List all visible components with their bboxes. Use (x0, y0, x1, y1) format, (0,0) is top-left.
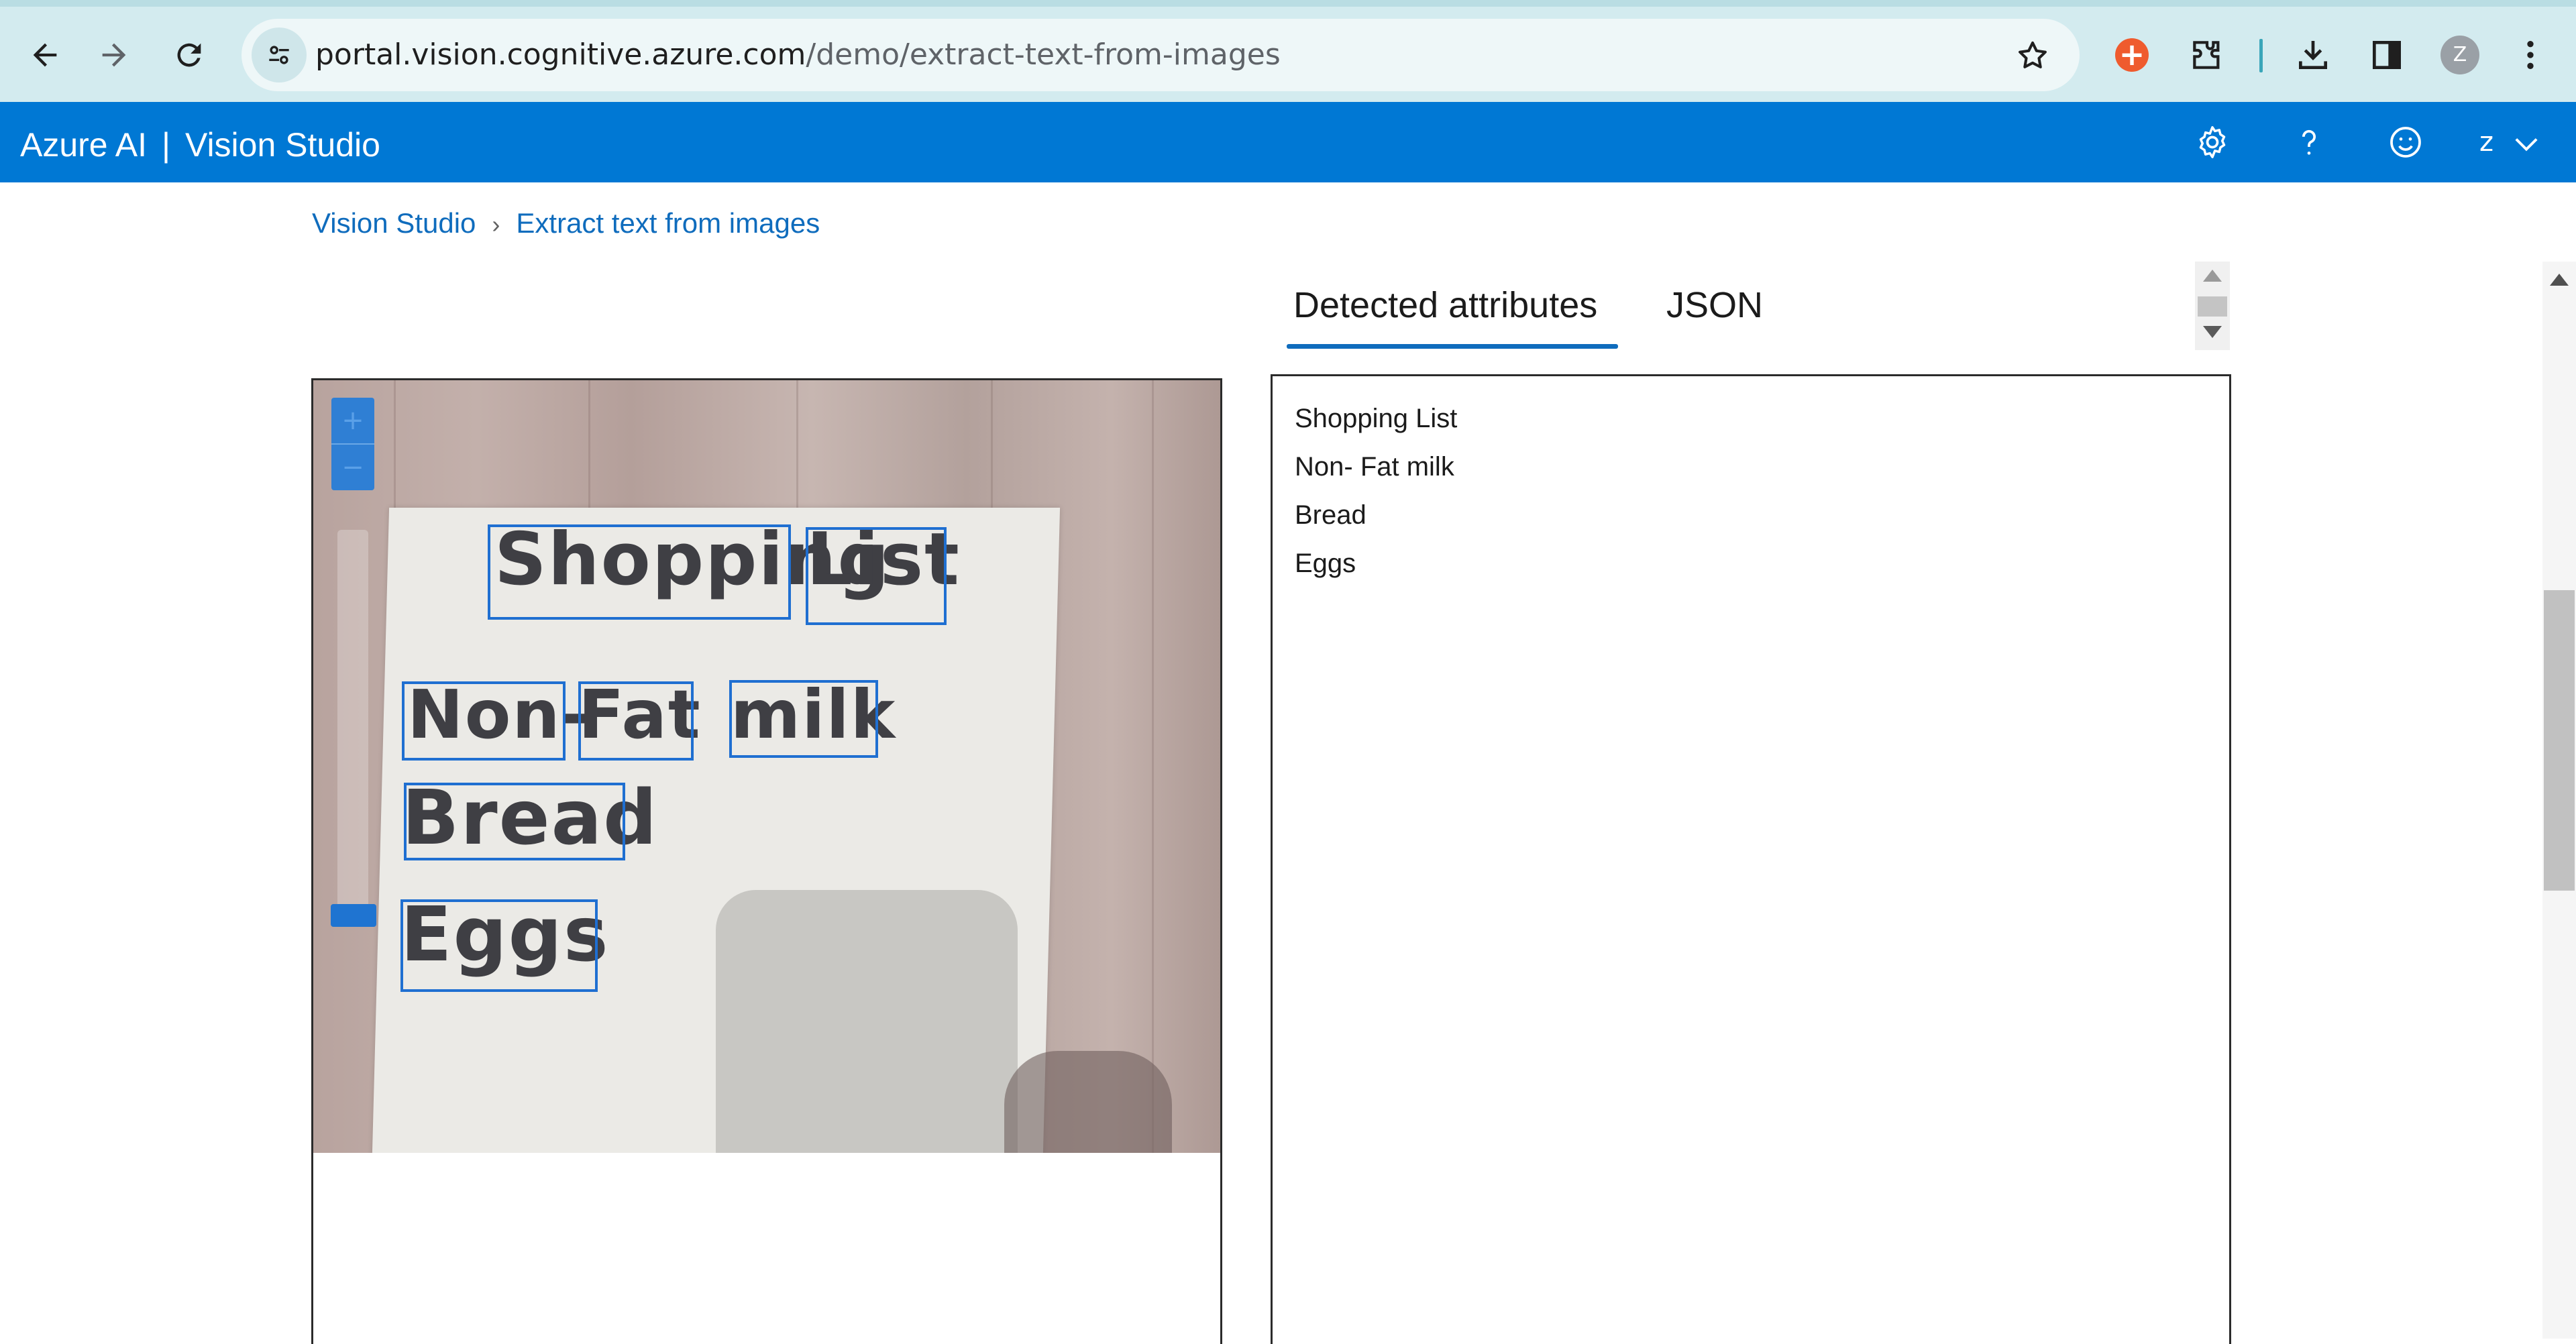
detected-line: Non- Fat milk (1295, 452, 1454, 482)
zoom-slider-thumb[interactable] (331, 904, 376, 927)
back-icon[interactable] (15, 25, 75, 85)
breadcrumb-vision-studio[interactable]: Vision Studio (312, 207, 476, 239)
user-initial[interactable]: z (2479, 126, 2493, 158)
tab-json[interactable]: JSON (1666, 282, 1763, 329)
text-bounding-box (806, 527, 947, 625)
active-tab-indicator (1287, 344, 1618, 349)
tab-detected-attributes[interactable]: Detected attributes (1293, 282, 1597, 329)
brand-separator: | (162, 126, 170, 164)
chevron-down-icon[interactable] (2509, 126, 2544, 161)
page-scrollbar-thumb[interactable] (2544, 590, 2575, 891)
extension-red-icon[interactable]: + (2104, 27, 2160, 83)
zoom-control: + − (331, 398, 374, 490)
bookmark-star-icon[interactable] (2006, 29, 2059, 82)
text-bounding-box (578, 681, 694, 761)
url-path: /demo/extract-text-from-images (806, 38, 1281, 72)
zoom-in-button[interactable]: + (331, 398, 374, 443)
toolbar-separator (2259, 39, 2263, 72)
forward-icon[interactable] (84, 25, 144, 85)
feedback-smiley-icon[interactable] (2381, 118, 2430, 166)
side-panel-icon[interactable] (2359, 27, 2415, 83)
text-bounding-box (404, 783, 625, 860)
analyzed-image[interactable]: Shopping List Non- Fat milk Bread Eggs (313, 380, 1220, 1153)
paper-shadow (716, 890, 1018, 1153)
detected-line: Bread (1295, 500, 1366, 530)
download-icon[interactable] (2285, 27, 2341, 83)
text-bounding-box (729, 680, 878, 758)
url-host: portal.vision.cognitive.azure.com (315, 38, 806, 72)
brand-azure-ai: Azure AI (20, 126, 147, 164)
extensions-puzzle-icon[interactable] (2179, 27, 2235, 83)
profile-avatar[interactable]: Z (2440, 36, 2479, 74)
text-bounding-box (488, 524, 791, 620)
brand-vision-studio: Vision Studio (185, 126, 380, 164)
scroll-down-arrow-icon[interactable] (2203, 326, 2222, 338)
browser-tabstrip-edge (0, 0, 2576, 7)
reload-icon[interactable] (159, 25, 219, 85)
zoom-slider-track[interactable] (337, 530, 368, 919)
page-scroll-up-icon[interactable] (2550, 274, 2569, 286)
detected-text-list: Shopping List Non- Fat milk Bread Eggs (1295, 394, 1457, 587)
text-bounding-box (400, 899, 598, 992)
app-brand[interactable]: Azure AI | Vision Studio (20, 125, 380, 165)
chevron-right-icon: › (492, 211, 500, 238)
scroll-up-arrow-icon[interactable] (2203, 270, 2222, 282)
breadcrumb-extract-text[interactable]: Extract text from images (516, 207, 820, 239)
detected-line: Eggs (1295, 549, 1356, 578)
url-text[interactable]: portal.vision.cognitive.azure.com/demo/e… (315, 35, 1281, 75)
tabs-scrollbar-thumb[interactable] (2198, 296, 2227, 317)
menu-kebab-icon[interactable] (2502, 27, 2559, 83)
detected-line: Shopping List (1295, 404, 1458, 433)
text-bounding-box (402, 681, 566, 761)
help-question-icon[interactable] (2285, 118, 2333, 166)
settings-gear-icon[interactable] (2188, 118, 2237, 166)
table-shadow (1004, 1051, 1172, 1153)
zoom-out-button[interactable]: − (331, 445, 374, 490)
breadcrumb: Vision Studio › Extract text from images (312, 205, 820, 243)
site-info-icon[interactable] (252, 27, 307, 82)
